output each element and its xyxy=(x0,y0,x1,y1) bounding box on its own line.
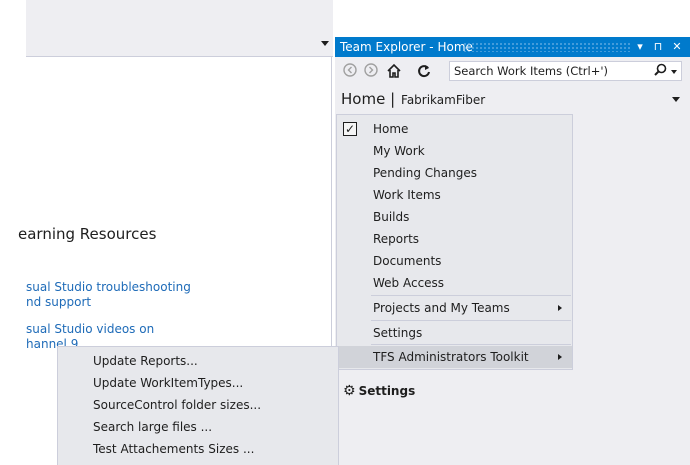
learning-resources-heading: earning Resources xyxy=(18,225,157,243)
menu-item-label: Search large files ... xyxy=(93,420,213,434)
gear-icon: ⚙ xyxy=(343,383,356,399)
page-title[interactable]: Home xyxy=(341,90,385,108)
menu-separator xyxy=(371,295,571,296)
menu-item-reports[interactable]: Reports xyxy=(337,228,572,250)
menu-item-label: Projects and My Teams xyxy=(373,301,510,315)
menu-item-label: TFS Administrators Toolkit xyxy=(373,350,529,364)
window-position-icon[interactable]: ▾ xyxy=(633,37,647,57)
page-header[interactable]: Home | FabrikamFiber xyxy=(341,90,485,112)
submenu-item-update-reports[interactable]: Update Reports... xyxy=(58,350,338,372)
navigation-menu: ✓ Home My Work Pending Changes Work Item… xyxy=(336,114,573,370)
submenu-arrow-icon xyxy=(558,305,562,311)
menu-item-work-items[interactable]: Work Items xyxy=(337,184,572,206)
team-explorer-title-bar: Team Explorer - Home ▾ ⊓ ✕ xyxy=(335,37,690,57)
menu-separator xyxy=(371,344,571,345)
tfs-toolkit-submenu: Update Reports... Update WorkItemTypes..… xyxy=(57,346,339,465)
menu-item-label: Documents xyxy=(373,254,442,268)
submenu-arrow-icon xyxy=(558,354,562,360)
home-icon[interactable] xyxy=(386,63,402,79)
menu-item-projects-and-my-teams[interactable]: Projects and My Teams xyxy=(337,297,572,319)
menu-item-home[interactable]: ✓ Home xyxy=(337,118,572,140)
link-line[interactable]: sual Studio troubleshooting xyxy=(26,280,191,295)
settings-section-label[interactable]: Settings xyxy=(359,384,416,398)
menu-item-documents[interactable]: Documents xyxy=(337,250,572,272)
menu-item-pending-changes[interactable]: Pending Changes xyxy=(337,162,572,184)
menu-item-settings[interactable]: Settings xyxy=(337,322,572,344)
menu-item-tfs-administrators-toolkit[interactable]: TFS Administrators Toolkit xyxy=(337,346,572,368)
search-input[interactable] xyxy=(454,63,644,79)
menu-item-label: Update Reports... xyxy=(93,354,198,368)
menu-item-label: Reports xyxy=(373,232,420,246)
menu-item-label: Builds xyxy=(373,210,410,224)
editor-tab-strip xyxy=(0,0,333,57)
settings-section[interactable]: ⚙ Settings xyxy=(343,383,415,399)
tab-dropdown-icon[interactable] xyxy=(321,41,329,46)
menu-item-label: Pending Changes xyxy=(373,166,477,180)
menu-item-label: Update WorkItemTypes... xyxy=(93,376,244,390)
menu-item-label: Work Items xyxy=(373,188,441,202)
troubleshooting-link[interactable]: sual Studio troubleshooting nd support xyxy=(26,280,191,310)
link-line[interactable]: sual Studio videos on xyxy=(26,322,154,337)
search-icon[interactable] xyxy=(654,63,667,81)
menu-separator xyxy=(371,320,571,321)
menu-item-label: Home xyxy=(373,122,409,136)
menu-item-web-access[interactable]: Web Access xyxy=(337,272,572,294)
submenu-item-test-attachments-sizes[interactable]: Test Attachements Sizes ... xyxy=(58,438,338,460)
panel-title: Team Explorer - Home xyxy=(340,40,473,54)
project-name[interactable]: FabrikamFiber xyxy=(401,93,485,107)
back-arrow-icon[interactable] xyxy=(342,63,358,79)
checkmark-icon: ✓ xyxy=(343,122,357,136)
submenu-item-sourcecontrol-folder-sizes[interactable]: SourceControl folder sizes... xyxy=(58,394,338,416)
submenu-item-update-workitemtypes[interactable]: Update WorkItemTypes... xyxy=(58,372,338,394)
menu-item-label: SourceControl folder sizes... xyxy=(93,398,262,412)
pin-icon[interactable]: ⊓ xyxy=(651,37,665,57)
title-separator: | xyxy=(390,90,396,108)
menu-item-my-work[interactable]: My Work xyxy=(337,140,572,162)
search-work-items-box[interactable] xyxy=(449,61,682,81)
team-explorer-toolbar xyxy=(335,58,690,84)
close-icon[interactable]: ✕ xyxy=(670,37,684,57)
menu-item-label: Test Attachements Sizes ... xyxy=(93,442,255,456)
menu-item-label: Settings xyxy=(373,326,423,340)
refresh-icon[interactable] xyxy=(416,63,432,79)
menu-item-label: Web Access xyxy=(373,276,445,290)
drag-grip[interactable] xyxy=(463,42,631,52)
menu-item-builds[interactable]: Builds xyxy=(337,206,572,228)
search-options-dropdown-icon[interactable] xyxy=(671,70,677,74)
link-line[interactable]: nd support xyxy=(26,295,191,310)
editor-gutter xyxy=(0,0,26,57)
submenu-item-search-large-files[interactable]: Search large files ... xyxy=(58,416,338,438)
menu-item-label: My Work xyxy=(373,144,425,158)
forward-arrow-icon[interactable] xyxy=(363,63,379,79)
page-dropdown-icon[interactable] xyxy=(672,97,680,102)
